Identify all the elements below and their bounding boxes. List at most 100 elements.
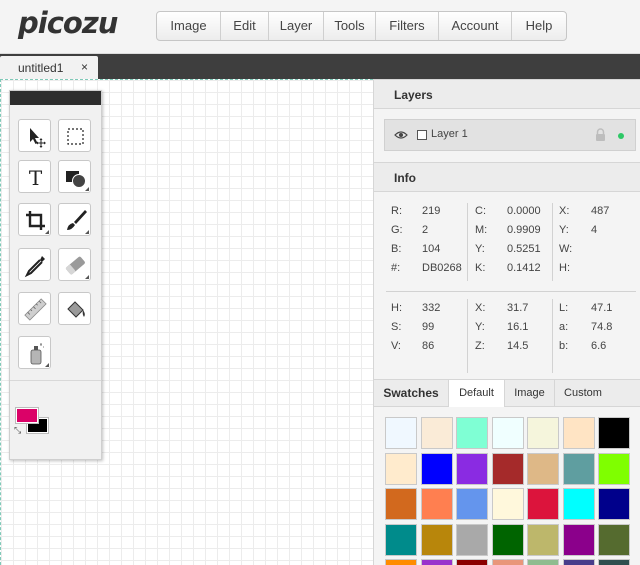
move-tool[interactable]	[18, 119, 51, 152]
layer-select-checkbox[interactable]	[417, 130, 427, 140]
color-swatch[interactable]	[527, 523, 559, 556]
toolbox-panel: ⤡ T	[9, 90, 102, 460]
info-pos-value: 487	[591, 205, 610, 217]
ruler-icon	[24, 298, 47, 321]
color-swatch[interactable]	[420, 452, 453, 485]
menu-layer[interactable]: Layer	[269, 12, 324, 40]
primary-color-swatch[interactable]	[16, 408, 38, 423]
menu-help[interactable]: Help	[512, 12, 566, 40]
info-hsv-value: 86	[422, 340, 435, 352]
paint-bucket-icon	[67, 301, 85, 318]
info-cmyk-value: 0.1412	[507, 262, 541, 274]
fill-tool[interactable]	[58, 292, 91, 325]
brush-tool[interactable]	[58, 203, 91, 236]
color-swatch[interactable]	[456, 523, 488, 556]
info-cmyk-label: M:	[475, 224, 488, 236]
color-swatch[interactable]	[456, 559, 488, 565]
color-swatch[interactable]	[562, 523, 595, 556]
color-swatch[interactable]	[527, 559, 559, 565]
menu-image[interactable]: Image	[157, 12, 221, 40]
info-panel-header[interactable]: Info	[374, 162, 640, 192]
swatch-grid	[385, 417, 635, 565]
tab-image[interactable]: Image	[504, 380, 554, 407]
layers-panel-header[interactable]: Layers	[374, 79, 640, 109]
eyedropper-tool[interactable]	[18, 248, 51, 281]
app-logo[interactable]: picozu	[18, 6, 118, 40]
eye-icon[interactable]	[394, 129, 408, 141]
close-icon[interactable]: ×	[81, 60, 88, 74]
color-swatch[interactable]	[456, 488, 488, 520]
color-swatch[interactable]	[385, 488, 417, 520]
color-swatch[interactable]	[420, 417, 453, 449]
info-cmyk-value: 0.9909	[507, 224, 541, 236]
color-swatch[interactable]	[420, 488, 453, 520]
color-swatch[interactable]	[385, 523, 417, 556]
info-cmyk-label: Y:	[475, 243, 485, 255]
info-rgb-value: 219	[422, 205, 441, 217]
tab-swatches[interactable]: Swatches	[374, 380, 448, 407]
info-divider	[552, 203, 553, 281]
eyedropper-icon	[24, 256, 45, 278]
active-layer-indicator	[618, 133, 624, 139]
toolbox-drag-handle[interactable]	[10, 91, 101, 105]
info-cmyk-value: 0.5251	[507, 243, 541, 255]
color-swatch[interactable]	[598, 452, 630, 485]
eraser-tool[interactable]	[58, 248, 91, 281]
color-swatch[interactable]	[491, 488, 524, 520]
color-swatch[interactable]	[456, 452, 488, 485]
info-divider	[467, 299, 468, 373]
info-divider	[552, 299, 553, 373]
info-rgb-label: B:	[391, 243, 402, 255]
tab-custom[interactable]: Custom	[554, 380, 611, 407]
marquee-tool[interactable]	[58, 119, 91, 152]
color-swatch[interactable]	[491, 417, 524, 449]
info-hsv-value: 332	[422, 302, 441, 314]
color-swatch[interactable]	[420, 559, 453, 565]
menu-account[interactable]: Account	[439, 12, 512, 40]
info-cmyk-label: C:	[475, 205, 486, 217]
color-swatch[interactable]	[598, 417, 630, 449]
info-lab-label: L:	[559, 302, 569, 314]
text-tool[interactable]: T	[18, 160, 51, 193]
menu-filters[interactable]: Filters	[376, 12, 439, 40]
layers-panel-title: Layers	[394, 88, 433, 102]
info-panel: R: 219 G: 2 B: 104 #: DB0268 C: 0.0000 M: 0.9909 Y: 0…	[374, 193, 640, 379]
color-swatch[interactable]	[385, 559, 417, 565]
spray-tool[interactable]	[18, 336, 51, 369]
document-tab[interactable]: untitled1 ×	[0, 56, 98, 79]
color-swatch[interactable]	[562, 452, 595, 485]
info-hsv-label: H:	[391, 302, 402, 314]
menu-tools[interactable]: Tools	[324, 12, 376, 40]
color-swatch[interactable]	[385, 452, 417, 485]
color-swatch[interactable]	[598, 559, 630, 565]
color-swatch[interactable]	[385, 417, 417, 449]
color-swatch[interactable]	[562, 488, 595, 520]
color-swatch[interactable]	[420, 523, 453, 556]
main-menu-bar: Image Edit Layer Tools Filters Account Help	[156, 11, 567, 41]
shape-tool[interactable]	[58, 160, 91, 193]
color-swatch[interactable]	[491, 452, 524, 485]
crop-tool[interactable]	[18, 203, 51, 236]
svg-text:T: T	[29, 166, 43, 190]
color-swatch[interactable]	[491, 523, 524, 556]
color-swatch[interactable]	[527, 417, 559, 449]
info-hsv-label: V:	[391, 340, 401, 352]
info-xyz-label: Z:	[475, 340, 485, 352]
info-xyz-value: 14.5	[507, 340, 529, 352]
tool-options-indicator	[85, 230, 89, 234]
lock-icon[interactable]	[595, 128, 606, 142]
color-swatch[interactable]	[562, 559, 595, 565]
swap-colors-icon[interactable]: ⤡	[14, 425, 21, 436]
color-swatch[interactable]	[598, 488, 630, 520]
layer-row[interactable]: Layer 1	[384, 119, 636, 151]
color-swatch[interactable]	[527, 488, 559, 520]
color-swatch[interactable]	[456, 417, 488, 449]
tab-default[interactable]: Default	[448, 380, 504, 407]
info-pos-label: W:	[559, 243, 573, 255]
menu-edit[interactable]: Edit	[221, 12, 269, 40]
ruler-tool[interactable]	[18, 292, 51, 325]
color-swatch[interactable]	[527, 452, 559, 485]
color-swatch[interactable]	[491, 559, 524, 565]
color-swatch[interactable]	[562, 417, 595, 449]
color-swatch[interactable]	[598, 523, 630, 556]
